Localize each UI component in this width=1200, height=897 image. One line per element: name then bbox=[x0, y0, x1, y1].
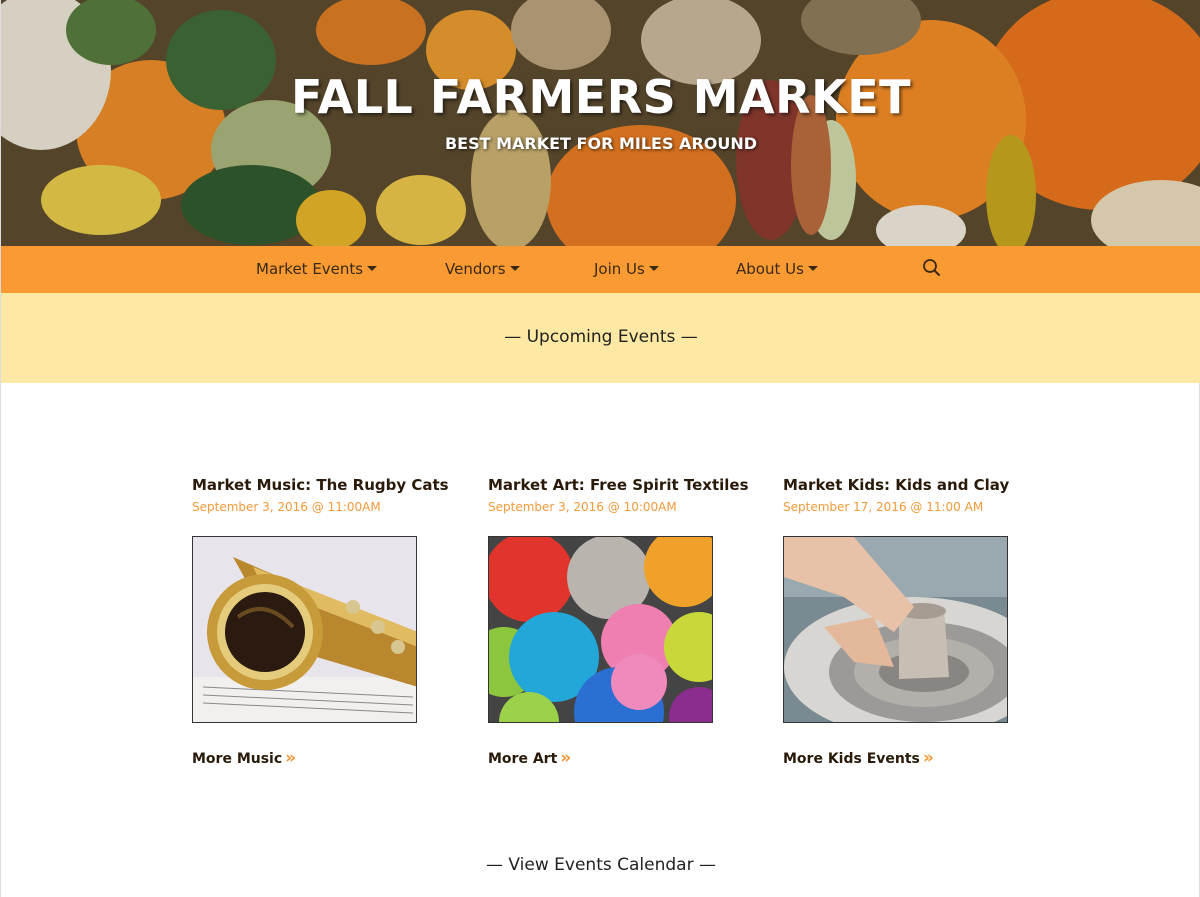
event-date: September 17, 2016 @ 11:00 AM bbox=[783, 500, 984, 514]
nav-item-market-events[interactable]: Market Events bbox=[256, 260, 378, 278]
page: FALL FARMERS MARKET BEST MARKET FOR MILE… bbox=[0, 0, 1200, 897]
double-chevron-right-icon: » bbox=[285, 748, 297, 768]
caret-down-icon bbox=[807, 266, 818, 271]
nav-item-join-us[interactable]: Join Us bbox=[594, 260, 659, 278]
upcoming-events-heading: — Upcoming Events — bbox=[504, 327, 698, 347]
nav-item-label: Market Events bbox=[256, 260, 364, 278]
more-art-link[interactable]: More Art» bbox=[488, 748, 571, 768]
main-nav: Market Events Vendors Join Us About Us bbox=[1, 246, 1200, 293]
event-date: September 3, 2016 @ 11:00AM bbox=[192, 500, 381, 514]
header-hero-image: FALL FARMERS MARKET BEST MARKET FOR MILE… bbox=[1, 0, 1200, 246]
site-title[interactable]: FALL FARMERS MARKET bbox=[1, 70, 1200, 124]
nav-item-vendors[interactable]: Vendors bbox=[445, 260, 520, 278]
caret-down-icon bbox=[509, 266, 520, 271]
search-icon[interactable] bbox=[922, 258, 942, 278]
view-events-calendar-link[interactable]: — View Events Calendar — bbox=[1, 855, 1200, 875]
event-title[interactable]: Market Art: Free Spirit Textiles bbox=[488, 476, 749, 494]
site-tagline: BEST MARKET FOR MILES AROUND bbox=[444, 134, 758, 153]
event-card: Market Art: Free Spirit Textiles Septemb… bbox=[488, 476, 749, 768]
saxophone-photo[interactable] bbox=[192, 536, 417, 723]
pottery-photo[interactable] bbox=[783, 536, 1008, 723]
more-link-label: More Music bbox=[192, 751, 283, 767]
event-card: Market Kids: Kids and Clay September 17,… bbox=[783, 476, 1043, 768]
more-link-label: More Art bbox=[488, 751, 558, 767]
caret-down-icon bbox=[367, 266, 378, 271]
double-chevron-right-icon: » bbox=[560, 748, 572, 768]
more-music-link[interactable]: More Music» bbox=[192, 748, 296, 768]
upcoming-events-band: — Upcoming Events — bbox=[1, 293, 1200, 383]
nav-item-label: Vendors bbox=[445, 260, 506, 278]
event-card: Market Music: The Rugby Cats September 3… bbox=[192, 476, 452, 768]
nav-item-about-us[interactable]: About Us bbox=[736, 260, 818, 278]
event-title[interactable]: Market Music: The Rugby Cats bbox=[192, 476, 452, 494]
yarn-photo[interactable] bbox=[488, 536, 713, 723]
double-chevron-right-icon: » bbox=[922, 748, 934, 768]
event-title[interactable]: Market Kids: Kids and Clay bbox=[783, 476, 1043, 494]
nav-item-label: About Us bbox=[736, 260, 804, 278]
more-link-label: More Kids Events bbox=[783, 751, 920, 767]
caret-down-icon bbox=[648, 266, 659, 271]
more-kids-events-link[interactable]: More Kids Events» bbox=[783, 748, 934, 768]
event-date: September 3, 2016 @ 10:00AM bbox=[488, 500, 677, 514]
nav-item-label: Join Us bbox=[594, 260, 645, 278]
